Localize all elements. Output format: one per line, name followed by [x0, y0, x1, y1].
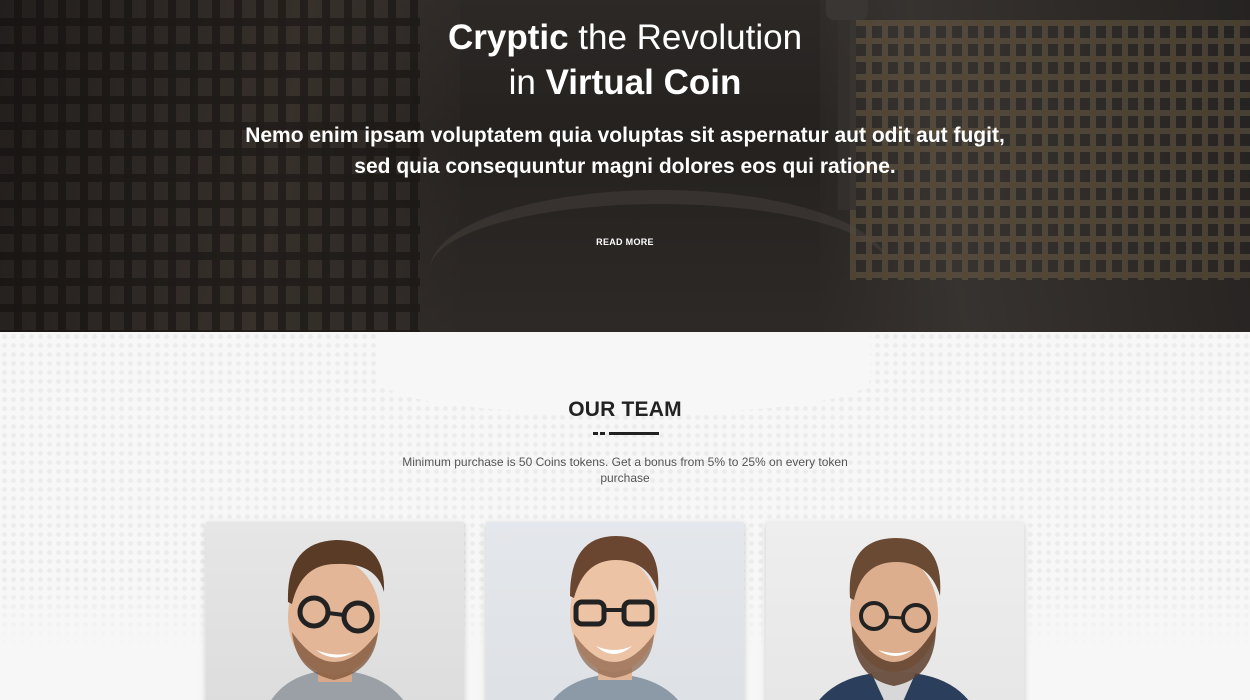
- team-card-2[interactable]: [486, 522, 744, 700]
- team-title: OUR TEAM: [568, 398, 682, 421]
- title-underline-dot: [600, 432, 605, 435]
- hero-subtitle: Nemo enim ipsam voluptatem quia voluptas…: [245, 124, 1005, 178]
- hero-banner: Cryptic the Revolution in Virtual Coin N…: [0, 0, 1250, 332]
- hero-title-line1: Cryptic the Revolution: [447, 18, 803, 57]
- team-member-photo-1: [271, 540, 404, 700]
- team-description: Minimum purchase is 50 Coins tokens. Get…: [402, 455, 848, 485]
- read-more-button[interactable]: READ MORE: [575, 231, 675, 253]
- team-member-photo-3: [819, 538, 969, 700]
- title-underline-dot: [593, 432, 598, 435]
- team-card-3[interactable]: [766, 522, 1024, 700]
- team-member-photo-2: [552, 536, 678, 700]
- title-underline-bar: [609, 432, 659, 435]
- hero-title-line2: in Virtual Coin: [508, 63, 742, 102]
- team-card-1[interactable]: [206, 522, 464, 700]
